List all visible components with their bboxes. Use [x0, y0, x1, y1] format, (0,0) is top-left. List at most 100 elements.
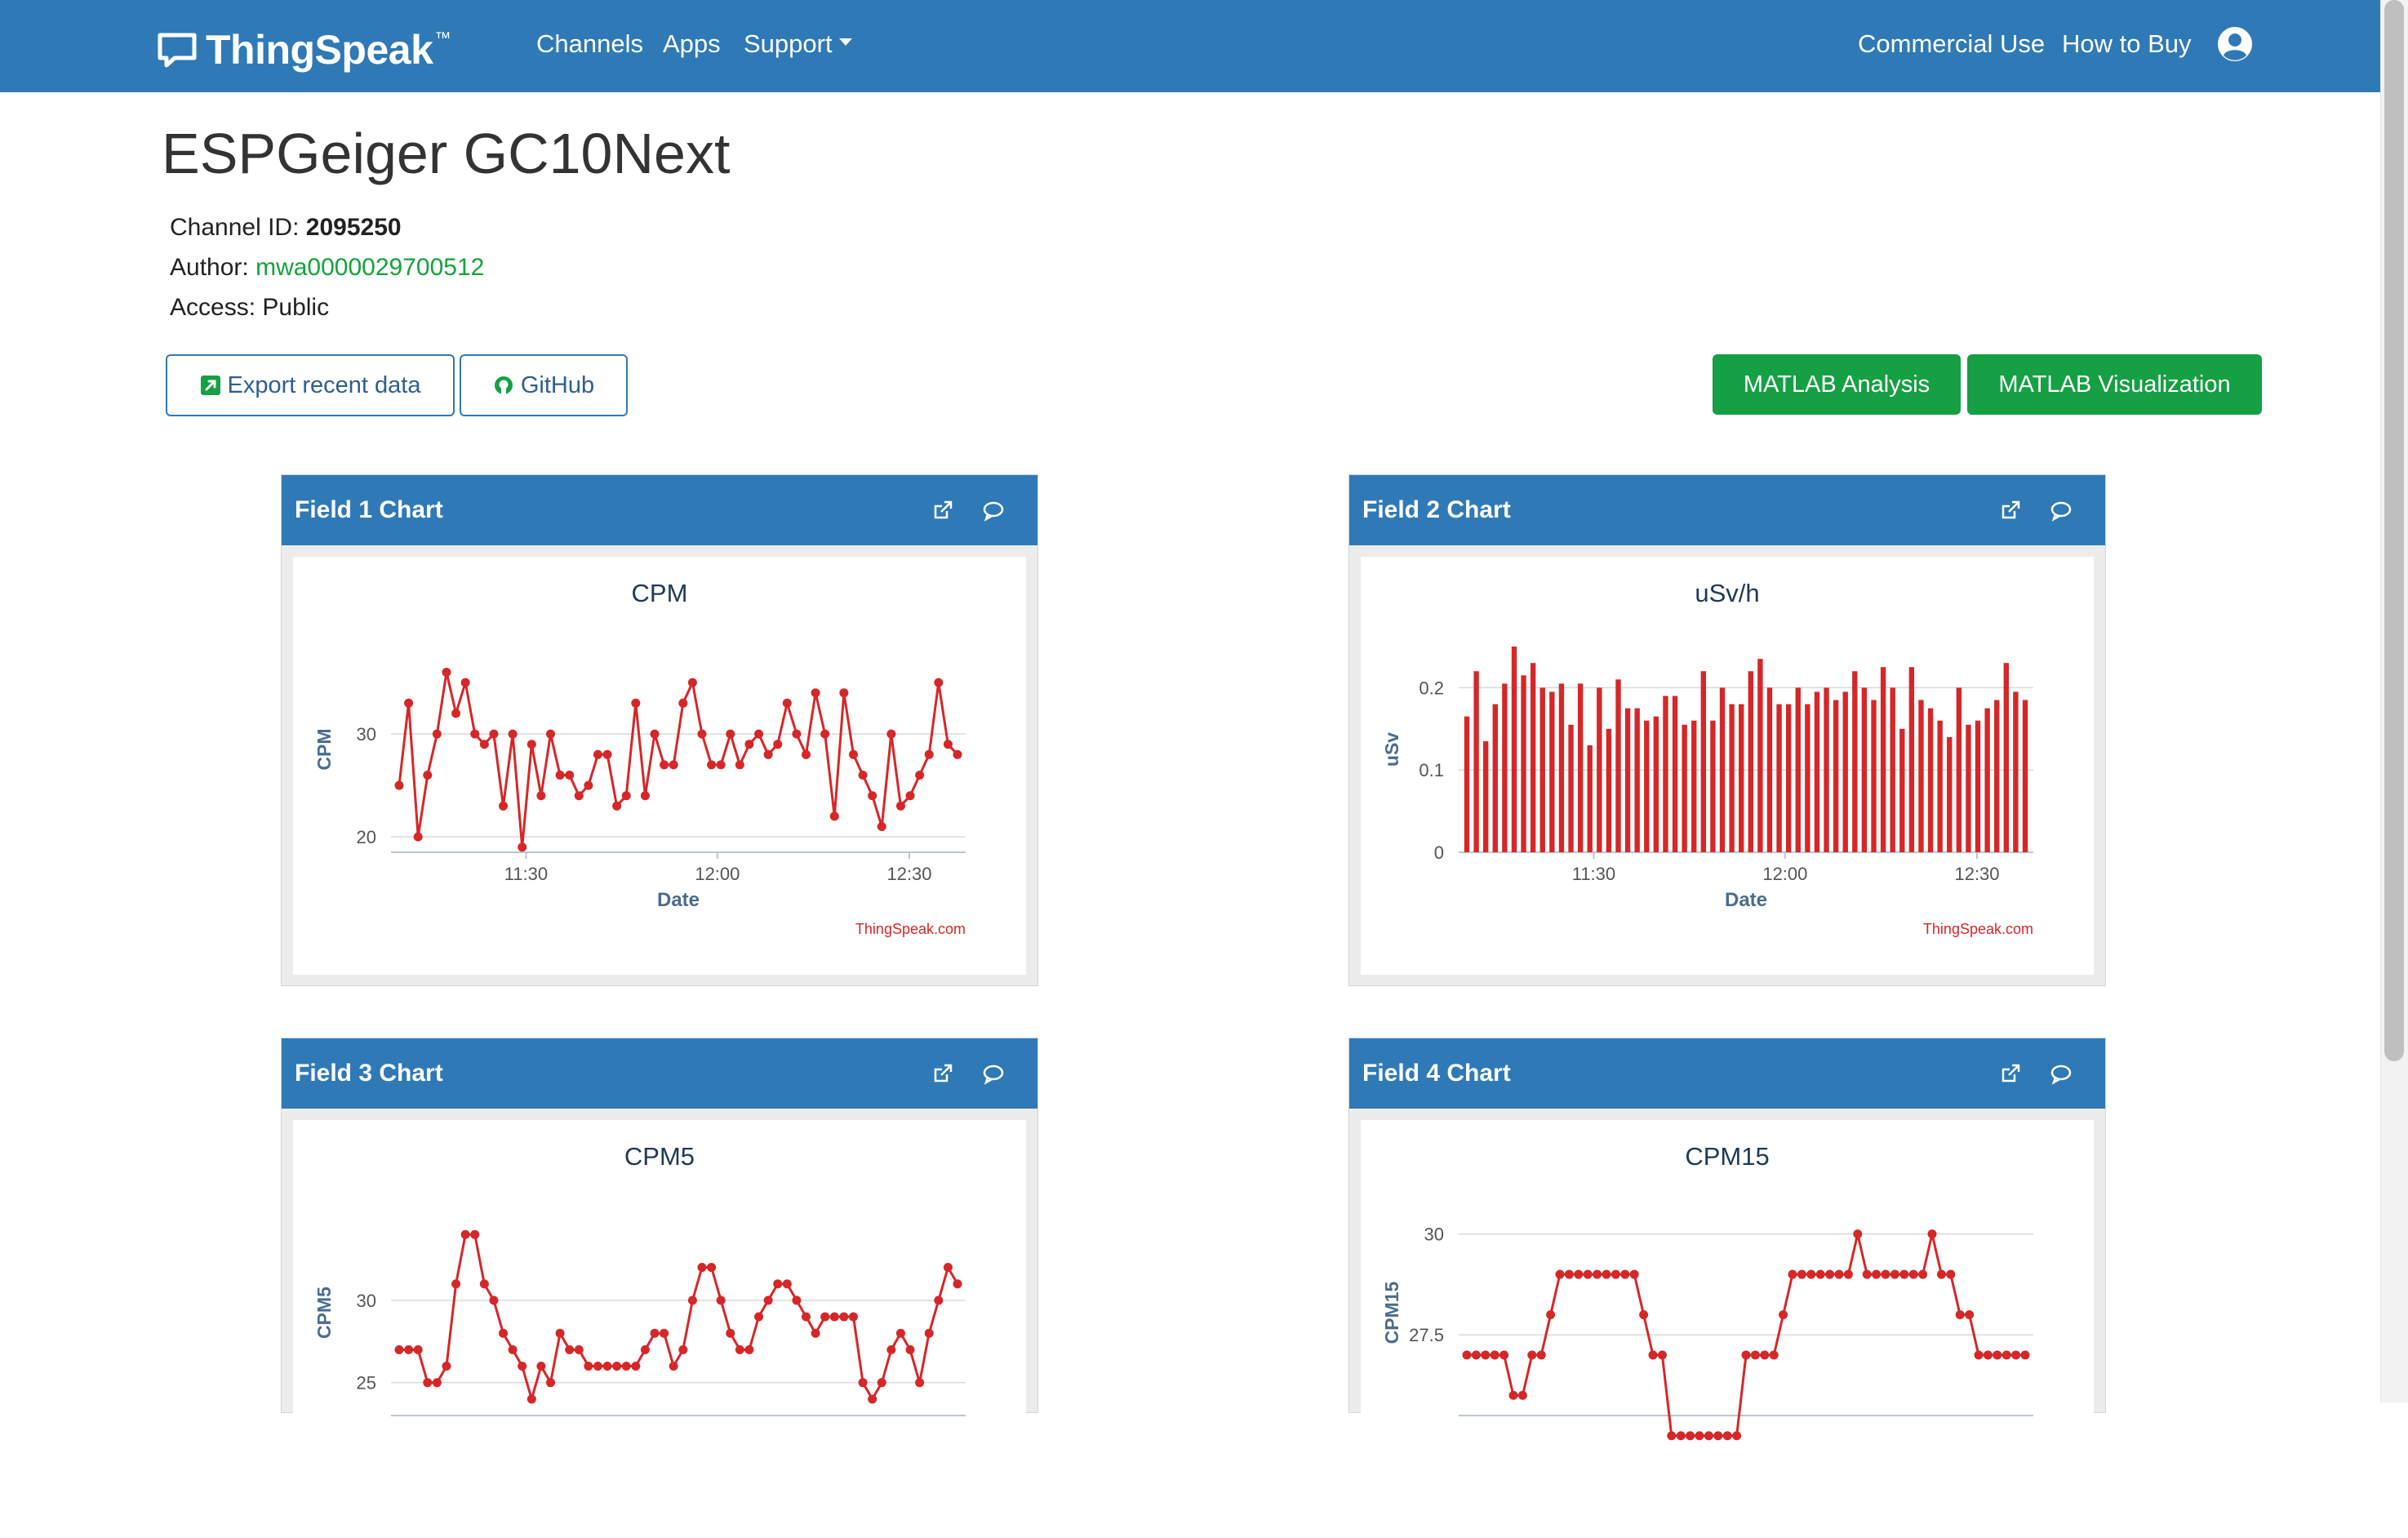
- data-point: [839, 1312, 849, 1322]
- comment-icon[interactable]: [2049, 498, 2073, 522]
- nav-apps-link[interactable]: Apps: [663, 29, 721, 59]
- bar: [1539, 687, 1545, 852]
- data-point: [1546, 1309, 1556, 1319]
- data-point: [726, 729, 735, 739]
- bar: [1776, 704, 1782, 852]
- data-point: [536, 1362, 546, 1371]
- field-2-chart-panel: Field 2 Chart uSv/h 0 0.1 0.2 uSv 11:30 12:00 1…: [1348, 474, 2106, 986]
- export-button-label: Export recent data: [227, 371, 421, 398]
- data-point: [1899, 1269, 1909, 1279]
- bar: [1852, 671, 1858, 852]
- data-point: [1769, 1350, 1779, 1360]
- comment-icon[interactable]: [981, 1061, 1006, 1086]
- data-point: [792, 729, 802, 739]
- data-point: [612, 1362, 622, 1371]
- data-point: [423, 1378, 433, 1388]
- data-point: [1834, 1269, 1844, 1279]
- bar: [1871, 700, 1877, 852]
- github-button[interactable]: GitHub: [460, 354, 628, 416]
- x-tick-label: 12:30: [1954, 864, 1999, 884]
- bar: [1624, 708, 1631, 852]
- data-point: [631, 1362, 641, 1371]
- data-point: [1481, 1350, 1491, 1360]
- x-tick-label: 12:00: [695, 864, 740, 884]
- data-point: [1881, 1269, 1890, 1279]
- author-link[interactable]: mwa0000029700512: [255, 254, 484, 281]
- data-point: [1695, 1431, 1704, 1441]
- nav-channels-link[interactable]: Channels: [536, 29, 643, 59]
- data-point: [744, 740, 754, 749]
- data-point: [394, 780, 404, 790]
- thingspeak-logo[interactable]: ThingSpeak ™: [157, 27, 451, 73]
- data-point: [1629, 1269, 1639, 1279]
- data-point: [763, 749, 773, 759]
- data-point: [877, 822, 886, 831]
- data-point: [1946, 1269, 1956, 1279]
- matlab-visualization-button[interactable]: MATLAB Visualization: [1967, 354, 2262, 415]
- external-link-icon[interactable]: [931, 498, 955, 522]
- external-link-icon[interactable]: [1998, 1061, 2023, 1086]
- nav-support-dropdown[interactable]: Support: [744, 29, 852, 59]
- bar: [1833, 700, 1839, 852]
- y-tick-label: 30: [1424, 1225, 1444, 1245]
- data-point: [470, 1229, 480, 1239]
- nav-how-to-buy-link[interactable]: How to Buy: [2062, 29, 2192, 59]
- bar: [1682, 724, 1687, 852]
- user-circle-icon[interactable]: [2217, 26, 2253, 62]
- data-point: [1564, 1269, 1574, 1279]
- matlab-analysis-button[interactable]: MATLAB Analysis: [1713, 354, 1961, 415]
- data-point: [829, 1312, 839, 1322]
- export-recent-data-button[interactable]: Export recent data: [166, 354, 455, 416]
- channel-author-row: Author: mwa0000029700512: [170, 254, 484, 282]
- data-point: [886, 1345, 896, 1354]
- data-point: [593, 749, 602, 759]
- bar: [1473, 671, 1479, 852]
- data-point: [621, 1362, 631, 1371]
- data-point: [1648, 1350, 1658, 1360]
- field-2-chart-svg: uSv/h 0 0.1 0.2 uSv 11:30 12:00 12:30 Date ThingS…: [1381, 579, 2033, 937]
- x-axis-title: Date: [1725, 889, 1767, 911]
- external-link-icon[interactable]: [1998, 498, 2023, 522]
- data-point: [413, 1345, 423, 1354]
- data-point: [1806, 1269, 1816, 1279]
- data-point: [1815, 1269, 1825, 1279]
- data-point: [868, 791, 877, 801]
- data-point: [650, 1328, 660, 1338]
- data-point: [707, 760, 717, 770]
- field-2-chart: uSv/h 0 0.1 0.2 uSv 11:30 12:00 12:30 Date ThingS…: [1361, 557, 2094, 975]
- bar: [1975, 720, 1981, 852]
- chart-credit: ThingSpeak.com: [855, 921, 966, 937]
- panel-header: Field 3 Chart: [282, 1038, 1037, 1109]
- data-point: [1462, 1350, 1472, 1360]
- data-point: [877, 1378, 886, 1388]
- data-point: [895, 1328, 905, 1338]
- data-point: [460, 678, 470, 687]
- x-tick-label: 12:00: [1762, 864, 1807, 884]
- data-point: [905, 1345, 915, 1354]
- channel-id-value: 2095250: [305, 214, 402, 241]
- data-point: [802, 749, 811, 759]
- external-link-icon[interactable]: [931, 1061, 955, 1086]
- channel-id-row: Channel ID: 2095250: [170, 214, 402, 242]
- bar: [1577, 683, 1584, 852]
- page-scrollbar-thumb[interactable]: [2384, 0, 2404, 1061]
- bar: [1947, 736, 1953, 852]
- nav-commercial-use-link[interactable]: Commercial Use: [1858, 29, 2045, 59]
- data-point: [886, 729, 896, 739]
- panel-header: Field 2 Chart: [1349, 475, 2105, 545]
- bar: [1653, 716, 1659, 852]
- data-point: [934, 678, 944, 687]
- data-point: [1974, 1350, 1984, 1360]
- data-point: [489, 729, 499, 739]
- bar: [1644, 720, 1650, 852]
- data-point: [1583, 1269, 1593, 1279]
- comment-icon[interactable]: [2049, 1061, 2073, 1086]
- bar: [1521, 675, 1526, 852]
- data-point: [1620, 1269, 1630, 1279]
- comment-icon[interactable]: [981, 498, 1006, 522]
- data-point: [697, 1263, 707, 1273]
- bar: [2022, 700, 2028, 852]
- brand-name: ThingSpeak: [206, 27, 433, 73]
- data-point: [451, 709, 461, 718]
- data-point: [631, 698, 641, 708]
